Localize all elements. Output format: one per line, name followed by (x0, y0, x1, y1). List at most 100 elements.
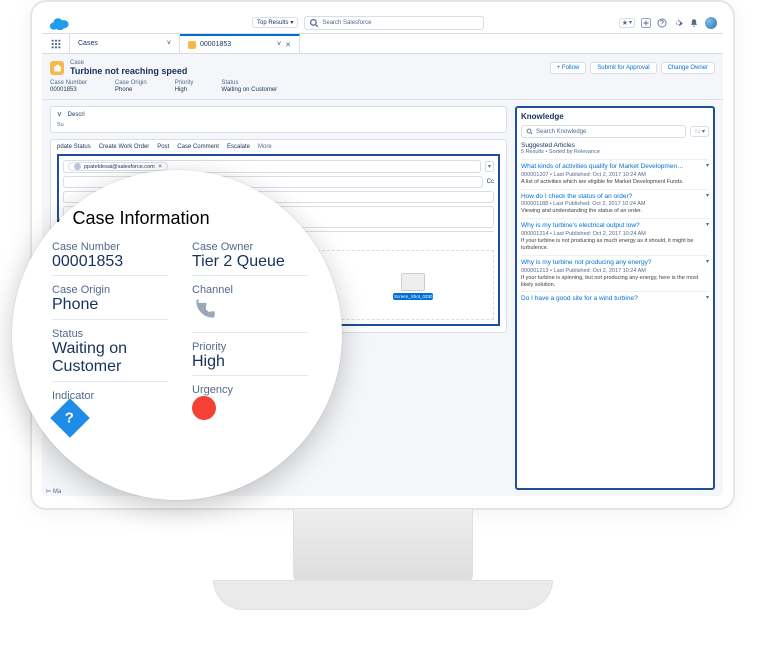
tab-post[interactable]: Post (157, 144, 169, 150)
chevron-down-icon: ▾ (290, 19, 293, 26)
knowledge-article[interactable]: ▾Why is my turbine not producing any ene… (521, 255, 709, 292)
field-value: 00001853 (50, 87, 87, 93)
app-launcher[interactable] (42, 34, 70, 53)
header-actions: ★▾ (619, 17, 717, 29)
help-icon[interactable] (657, 18, 667, 28)
knowledge-search[interactable]: Search Knowledge (521, 125, 686, 138)
field-label: Case Origin (52, 284, 168, 296)
magnifier-detail: ˅ Case Information Case Number00001853 C… (12, 170, 342, 500)
search-placeholder: Search Salesforce (322, 20, 371, 26)
field-value: Waiting on Customer (221, 87, 277, 93)
knowledge-article[interactable]: ▾What kinds of activities qualify for Ma… (521, 159, 709, 189)
close-icon[interactable]: ✕ (158, 164, 163, 170)
email-to-field[interactable]: ppateldesai@salesforce.com ✕ (63, 160, 481, 173)
article-desc: A list of activities which are eligible … (521, 179, 709, 186)
attachment-name: Screen_Shot_0330_180.png (393, 293, 433, 300)
description-label: Descri (68, 112, 85, 118)
section-header[interactable]: ˅ Case Information (52, 208, 308, 229)
detail-col-right: Case OwnerTier 2 Queue Channel PriorityH… (192, 241, 308, 430)
article-menu-icon[interactable]: ▾ (706, 192, 709, 199)
tab-case-comment[interactable]: Case Comment (177, 144, 219, 150)
article-menu-icon[interactable]: ▾ (706, 258, 709, 265)
knowledge-panel: Knowledge Search Knowledge ↑↓ ▾ Suggeste… (515, 106, 715, 490)
field-label: Urgency (192, 384, 308, 396)
tab-cases[interactable]: Cases ˅ (70, 34, 180, 53)
field-label: Case Owner (192, 241, 308, 253)
field-label: Status (52, 328, 168, 340)
field-value: 00001853 (52, 253, 168, 276)
change-owner-button[interactable]: Change Owner (661, 62, 715, 74)
favorites-button[interactable]: ★▾ (619, 18, 635, 28)
close-icon[interactable]: ✕ (285, 41, 291, 49)
urgency-indicator (192, 396, 216, 420)
gear-icon[interactable] (673, 18, 683, 28)
article-menu-icon[interactable]: ▾ (706, 294, 709, 301)
tab-escalate[interactable]: Escalate (227, 144, 250, 150)
field-value (192, 296, 308, 332)
avatar[interactable] (705, 17, 717, 29)
description-header[interactable]: ˅ Descri (51, 107, 506, 122)
article-title[interactable]: Do I have a good site for a wind turbine… (521, 295, 709, 303)
article-desc: If your turbine is not producing as much… (521, 238, 709, 252)
search-scope[interactable]: Top Results ▾ (252, 17, 298, 28)
field-label: Status (221, 80, 277, 86)
attachment-thumb[interactable]: Screen_Shot_0330_180.png (393, 273, 433, 300)
record-header: Case Turbine not reaching speed + Follow… (50, 60, 715, 76)
cc-label: Cc (487, 179, 494, 185)
utility-bar[interactable]: ⊨ Ma (46, 488, 61, 495)
dropdown-icon[interactable]: ▾ (485, 161, 494, 172)
field-label: Priority (175, 80, 194, 86)
field-value: Phone (115, 87, 147, 93)
field-value: Tier 2 Queue (192, 253, 308, 276)
knowledge-list: ▾What kinds of activities qualify for Ma… (521, 159, 709, 306)
global-search[interactable]: Search Salesforce (304, 16, 484, 30)
article-title[interactable]: What kinds of activities qualify for Mar… (521, 163, 709, 171)
knowledge-article[interactable]: ▾Why is my turbine's electrical output l… (521, 218, 709, 255)
tab-more[interactable]: More (258, 144, 272, 150)
article-menu-icon[interactable]: ▾ (706, 221, 709, 228)
case-icon (188, 41, 196, 49)
knowledge-article[interactable]: ▾How do I check the status of an order?0… (521, 189, 709, 219)
field-label: Priority (192, 341, 308, 353)
recipient-pill[interactable]: ppateldesai@salesforce.com ✕ (68, 162, 168, 171)
knowledge-article[interactable]: ▾Do I have a good site for a wind turbin… (521, 291, 709, 306)
article-desc: Viewing and understanding the status of … (521, 208, 709, 215)
record-title: Turbine not reaching speed (70, 66, 187, 76)
activity-tabs: pdate Status Create Work Order Post Case… (51, 140, 506, 154)
article-title[interactable]: Why is my turbine not producing any ener… (521, 259, 709, 267)
follow-button[interactable]: + Follow (550, 62, 587, 74)
knowledge-title: Knowledge (521, 112, 709, 121)
add-icon[interactable] (641, 18, 651, 28)
phone-icon (192, 296, 218, 322)
knowledge-meta: 5 Results • Sorted by Relevance (521, 149, 709, 155)
field-label: Case Number (52, 241, 168, 253)
tab-update-status[interactable]: pdate Status (57, 144, 91, 150)
sort-button[interactable]: ↑↓ ▾ (690, 126, 709, 137)
tab-create-wo[interactable]: Create Work Order (99, 144, 150, 150)
field-value: Waiting on Customer (52, 340, 168, 382)
tab-case-record[interactable]: 00001853 ˅ ✕ (180, 34, 300, 53)
notification-icon[interactable] (689, 18, 699, 28)
workspace-tabs: Cases ˅ 00001853 ˅ ✕ (42, 34, 723, 54)
article-desc: If your turbine is spinning, but not pro… (521, 275, 709, 289)
record-actions: + Follow Submit for Approval Change Owne… (550, 62, 715, 74)
search-icon (309, 18, 319, 28)
tab-label: 00001853 (200, 41, 231, 48)
article-meta: 000001213 • Last Published: Oct 2, 2017 … (521, 268, 709, 274)
indicator-icon: ? (50, 398, 90, 438)
chevron-down-icon: ˅ (167, 40, 171, 47)
article-title[interactable]: Why is my turbine's electrical output lo… (521, 222, 709, 230)
brand-icon (48, 16, 70, 30)
article-meta: 000001214 • Last Published: Oct 2, 2017 … (521, 231, 709, 237)
highlights-panel: Case Turbine not reaching speed + Follow… (42, 54, 723, 100)
monitor-base (213, 580, 553, 610)
scope-label: Top Results (257, 20, 288, 26)
submit-approval-button[interactable]: Submit for Approval (590, 62, 656, 74)
monitor-stand (293, 508, 473, 583)
search-icon (526, 128, 533, 135)
article-menu-icon[interactable]: ▾ (706, 162, 709, 169)
image-icon (401, 273, 425, 291)
section-title: Case Information (73, 208, 210, 229)
article-title[interactable]: How do I check the status of an order? (521, 193, 709, 201)
chevron-down-icon: ˅ (277, 41, 281, 48)
